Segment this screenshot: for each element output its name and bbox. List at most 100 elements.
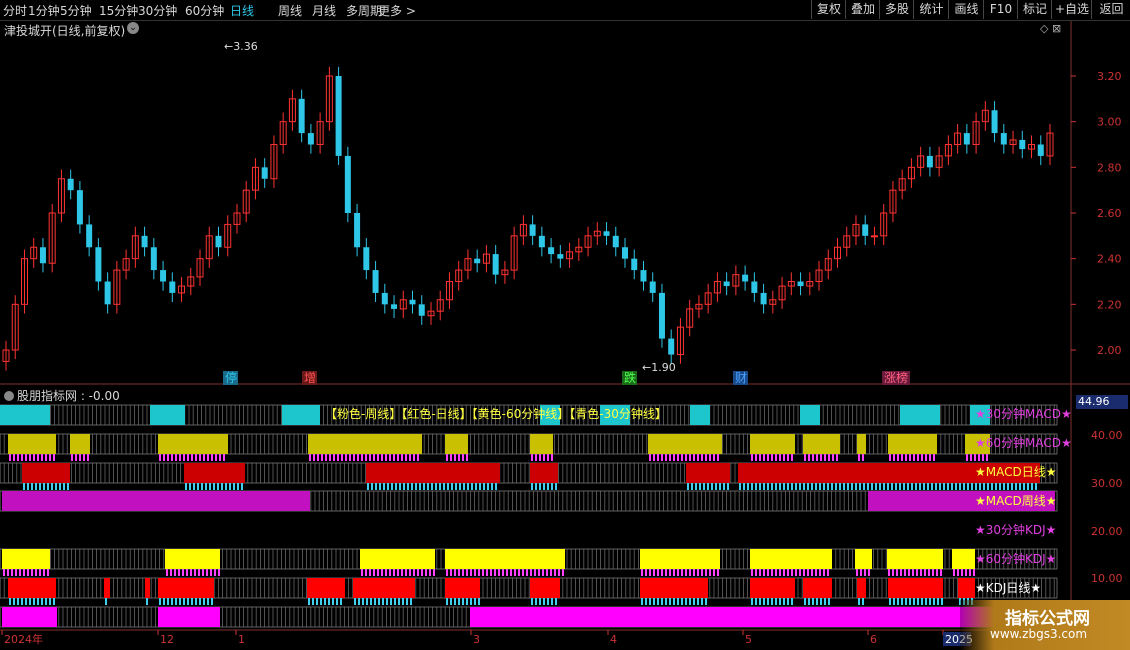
y-axis-label: 2.60 [1097,207,1122,220]
candle-body [492,254,499,275]
candle-body [548,247,555,255]
strip-segment [888,434,937,454]
toolbar-button-7[interactable]: +自选 [1051,0,1092,19]
candle-body [298,98,305,134]
chart-title: 津投城开(日线,前复权) [4,24,126,38]
row-label: ★60分钟MACD★ [975,435,1072,450]
candle-body [668,338,675,355]
chevron-down-icon[interactable]: ⌄ [127,22,139,34]
candle-body [760,292,767,305]
strip-segment [750,434,795,454]
watermark-url: www.zbgs3.com [990,627,1088,641]
toolbar-button-6[interactable]: 标记 [1017,0,1052,19]
toolbar-button-0[interactable]: 复权 [811,0,846,19]
y-axis-label: 2.40 [1097,253,1122,266]
strip-segment [2,549,50,569]
strip-segment [158,434,228,454]
strip-segment [750,549,832,569]
candle-body [67,178,74,191]
candle-body [344,155,351,213]
y-axis-label: 3.00 [1097,116,1122,129]
indicator-y-label: 10.00 [1091,572,1123,585]
candle-body [372,270,379,293]
strip-segment [803,578,832,598]
x-axis-label: 2024年 [4,632,43,646]
x-axis-label: 12 [160,633,174,646]
period-tab-4[interactable]: 30分钟 [138,2,177,19]
strip-segment [150,405,185,425]
legend-text: 【粉色-周线】【红色-日线】【黄色-60分钟线】【青色-30分钟线】 [325,406,667,421]
indicator-y-label: 30.00 [1091,477,1123,490]
candle-body [261,167,268,179]
candle-body [104,281,111,305]
candle-body [862,224,869,236]
y-axis-label: 3.20 [1097,70,1122,83]
row-label: ★30分钟KDJ★ [975,522,1056,537]
toolbar-button-4[interactable]: 画线 [948,0,984,19]
period-tab-7[interactable]: 周线 [278,2,302,19]
toolbar-button-2[interactable]: 多股 [879,0,914,19]
toolbar-button-1[interactable]: 叠加 [845,0,880,19]
candle-body [622,247,629,259]
strip-segment [2,607,57,627]
strip-segment [104,578,110,598]
strip-segment [366,463,500,483]
period-tab-8[interactable]: 月线 [312,2,336,19]
event-marker: 增 [304,371,316,385]
strip-segment [22,463,70,483]
candle-body [150,247,157,271]
candle-body [963,133,970,145]
event-marker: 停 [225,370,237,385]
indicator-title: 股朋指标网 : -0.00 [4,387,120,404]
period-tab-0[interactable]: 分时 [3,2,27,19]
period-tab-5[interactable]: 60分钟 [185,2,224,19]
y-axis-label: 2.80 [1097,161,1122,174]
candle-body [391,304,398,309]
period-tab-3[interactable]: 15分钟 [99,2,138,19]
strip-segment [640,549,720,569]
candle-body [751,281,758,293]
candle-body [658,292,665,339]
strip-segment [0,405,50,425]
row-label: ★60分钟KDJ★ [975,551,1056,566]
strip-segment [887,549,943,569]
period-toolbar: 分时 1分钟 5分钟 15分钟 30分钟 60分钟 日线 周线 月线 多周期 更多 > 复权 叠加 多股统… [0,0,1130,21]
candle-body [557,254,564,259]
candle-body [991,110,998,134]
candle-body [215,235,222,248]
watermark-title: 指标公式网 [1005,609,1090,629]
toolbar-button-5[interactable]: F10 [983,0,1018,19]
candle-body [538,235,545,248]
candle-body [870,235,878,238]
toolbar-button-3[interactable]: 统计 [913,0,949,19]
candle-body [160,270,167,282]
event-marker: 跌 [624,370,636,385]
row-label: ★MACD周线★ [975,494,1057,508]
strip-segment [857,434,866,454]
candle-body [742,274,749,282]
strip-segment [308,434,422,454]
period-tab-2[interactable]: 5分钟 [60,2,92,19]
strip-segment [307,578,345,598]
candle-body [354,213,361,248]
period-tab-6[interactable]: 日线 [230,2,254,19]
indicator-y-label: 20.00 [1091,525,1123,538]
row-label: ★KDJ日线★ [975,581,1041,595]
strip-segment [530,434,553,454]
strip-segment [445,578,480,598]
y-axis-label: 2.00 [1097,344,1122,357]
period-tab-10[interactable]: 更多 > [378,2,416,19]
strip-segment [145,578,150,598]
period-tab-1[interactable]: 1分钟 [28,2,60,19]
row-label: ★30分钟MACD★ [975,406,1072,421]
period-tab-9[interactable]: 多周期 [346,2,382,19]
chart-options-icons[interactable]: ◇ ⊠ [1040,22,1061,35]
toolbar-button-8[interactable]: 返回 [1091,0,1130,19]
candle-body [612,235,619,248]
chevron-down-icon[interactable] [4,391,14,401]
price-chart: 3.20 3.00 2.80 2.60 2.40 2.20 2.00 ←3.36 ←1.90 停 增… [0,20,1130,650]
strip-segment [530,463,558,483]
candle-body [649,281,656,293]
strip-segment [855,549,872,569]
candle-body [603,231,610,236]
